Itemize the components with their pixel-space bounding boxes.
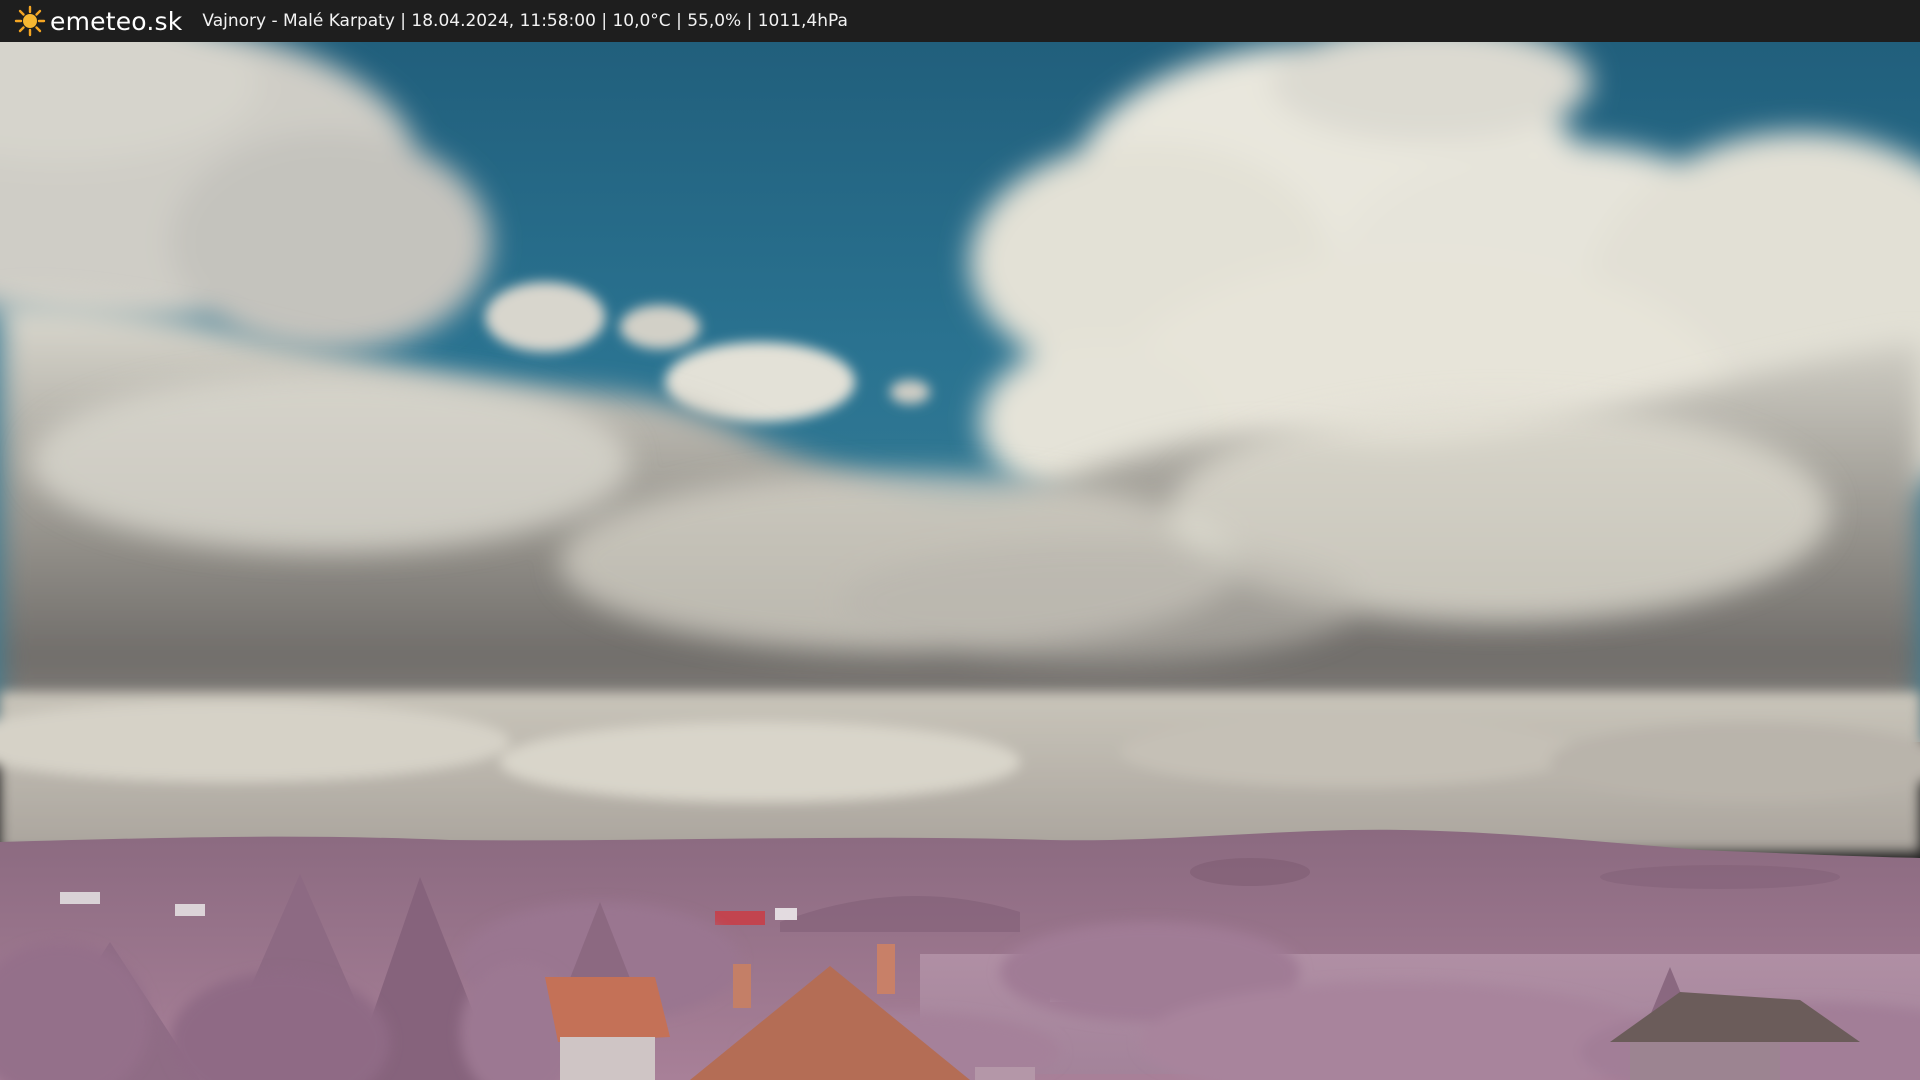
webcam-image [0, 42, 1920, 1080]
site-name: emeteo.sk [50, 6, 183, 36]
site-logo[interactable]: emeteo.sk [14, 5, 182, 37]
station-caption: Vajnory - Malé Karpaty | 18.04.2024, 11:… [202, 11, 848, 31]
sun-icon [14, 5, 46, 37]
top-bar: emeteo.sk Vajnory - Malé Karpaty | 18.04… [0, 0, 1920, 42]
cloud-low-layer [0, 692, 1920, 852]
fence [975, 1067, 1035, 1080]
house-left [545, 977, 670, 1080]
